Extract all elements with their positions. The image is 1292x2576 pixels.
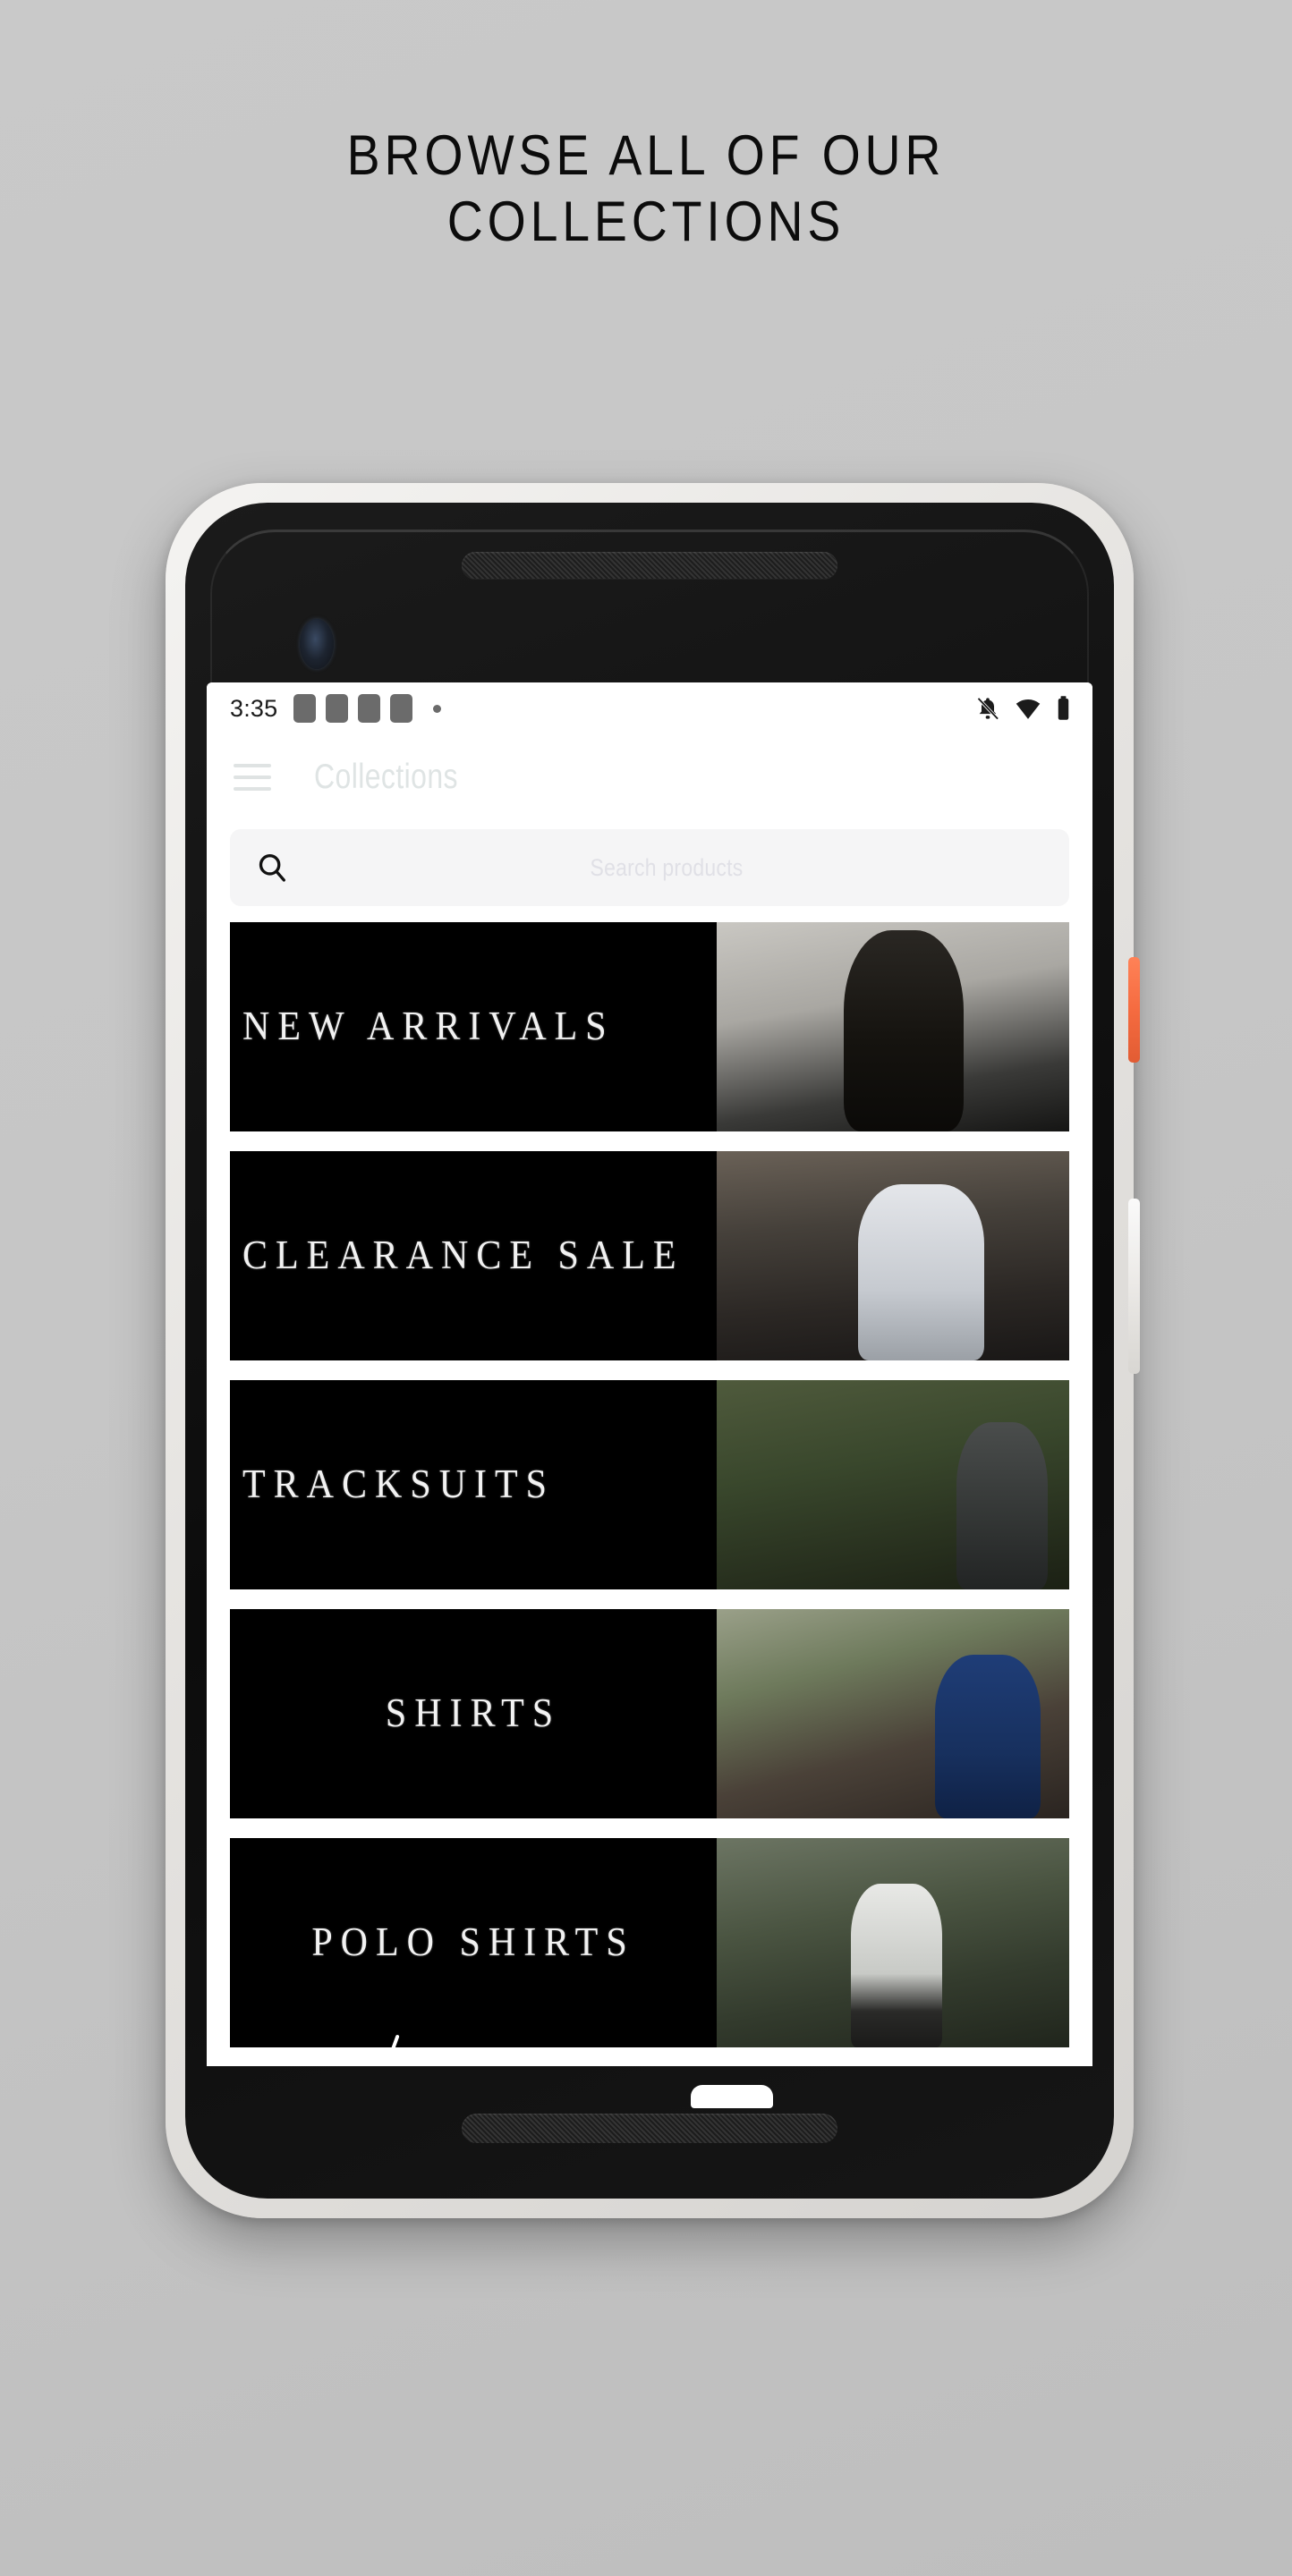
status-bar-time: 3:35 [230, 694, 278, 722]
collection-photo-new-arrivals [717, 922, 1069, 1131]
collection-photo-tracksuits [717, 1380, 1069, 1589]
collection-title: NEW ARRIVALS [242, 1004, 615, 1049]
collection-card-shirts[interactable]: SHIRTS [230, 1609, 1069, 1818]
collection-title: CLEARANCE SALE [242, 1233, 684, 1278]
search-placeholder: Search products [590, 853, 744, 881]
page-title: BROWSE ALL OF OUR COLLECTIONS [78, 123, 1215, 255]
collection-image [717, 1380, 1069, 1589]
power-button[interactable] [1128, 957, 1140, 1063]
search-icon [259, 854, 285, 882]
collection-card-polo-shirts[interactable]: POLO SHIRTS [230, 1838, 1069, 2047]
hamburger-line [234, 787, 271, 791]
collection-title: TRACKSUITS [242, 1462, 556, 1507]
hamburger-line [234, 764, 271, 767]
collection-image [717, 922, 1069, 1131]
search-section: Search products [207, 820, 1092, 922]
earpiece-speaker-icon [462, 552, 837, 579]
app-square-icon [390, 694, 413, 723]
more-dot-icon [433, 704, 442, 713]
notifications-off-icon [977, 697, 999, 720]
app-bar: Collections [207, 734, 1092, 820]
collection-photo-clearance-sale [717, 1151, 1069, 1360]
collection-image [717, 1151, 1069, 1360]
collection-title: SHIRTS [385, 1691, 562, 1736]
hamburger-line [234, 775, 271, 779]
collections-list: NEW ARRIVALS CLEARANCE SALE TRACKSUITS S… [207, 922, 1092, 2066]
app-square-icon [358, 694, 381, 723]
bottom-speaker-icon [462, 2114, 837, 2143]
collection-image [717, 1838, 1069, 2047]
status-bar-notification-icons [293, 694, 442, 723]
volume-button[interactable] [1128, 1199, 1140, 1374]
phone-screen: 3:35 Collections Search products NEW ARR… [207, 682, 1092, 2066]
collection-card-tracksuits[interactable]: TRACKSUITS [230, 1380, 1069, 1589]
app-square-icon [293, 694, 317, 723]
search-input[interactable]: Search products [230, 829, 1069, 906]
collection-card-new-arrivals[interactable]: NEW ARRIVALS [230, 922, 1069, 1131]
status-bar-system-icons [975, 695, 1071, 722]
phone-mockup: 3:35 Collections Search products NEW ARR… [166, 483, 1140, 2218]
battery-icon [1058, 696, 1069, 720]
collection-photo-shirts [717, 1609, 1069, 1818]
front-camera-icon [300, 619, 334, 669]
app-square-icon [326, 694, 349, 723]
hamburger-menu-icon[interactable] [234, 764, 271, 791]
collection-image [717, 1609, 1069, 1818]
collection-photo-polo-shirts [717, 1838, 1069, 2047]
app-bar-title: Collections [314, 758, 458, 796]
wifi-icon [1016, 699, 1041, 719]
collection-card-clearance-sale[interactable]: CLEARANCE SALE [230, 1151, 1069, 1360]
status-bar: 3:35 [207, 682, 1092, 734]
collection-title: POLO SHIRTS [311, 1920, 635, 1965]
page-title-line-2: COLLECTIONS [446, 190, 846, 253]
page-title-line-1: BROWSE ALL OF OUR [346, 124, 946, 187]
